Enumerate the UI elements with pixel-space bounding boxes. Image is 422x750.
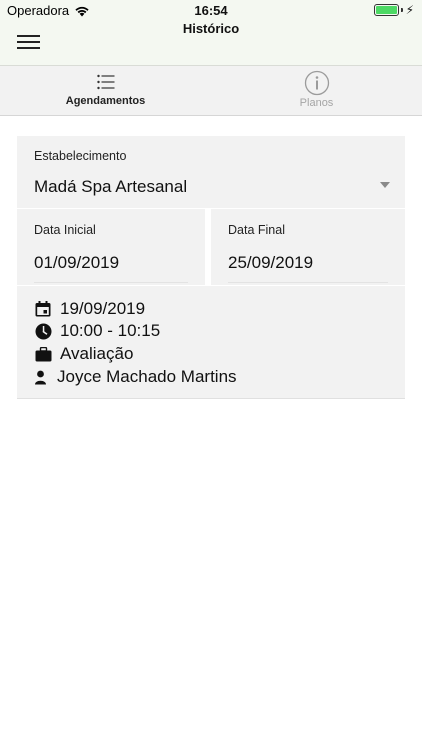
appointment-date-row: 19/09/2019 xyxy=(33,299,145,319)
start-date-label: Data Inicial xyxy=(34,223,96,237)
page-title: Histórico xyxy=(182,21,240,36)
tab-label: Agendamentos xyxy=(65,95,146,107)
start-date-field[interactable]: Data Inicial 01/09/2019 xyxy=(17,209,205,285)
appointment-time: 10:00 - 10:15 xyxy=(60,321,161,340)
establishment-select[interactable]: Estabelecimento Madá Spa Artesanal xyxy=(17,136,405,208)
battery-fill xyxy=(375,6,397,14)
calendar-icon xyxy=(33,300,53,318)
appointment-card[interactable]: 19/09/2019 10:00 - 10:15 Avaliação Joyce… xyxy=(17,286,405,399)
chevron-down-icon[interactable] xyxy=(380,182,390,188)
info-icon xyxy=(304,70,329,96)
tab-bar: Agendamentos Planos xyxy=(0,66,422,116)
app-header: Operadora 16:54 ⚡ Histórico xyxy=(0,0,422,66)
start-date-value: 01/09/2019 xyxy=(34,253,120,272)
briefcase-icon xyxy=(33,345,53,363)
field-underline xyxy=(228,282,388,283)
charging-bolt-icon: ⚡ xyxy=(405,3,414,17)
tab-planos[interactable]: Planos xyxy=(211,66,422,115)
establishment-value: Madá Spa Artesanal xyxy=(34,177,188,196)
battery-icon xyxy=(373,4,399,16)
appointment-service-row: Avaliação xyxy=(33,344,133,364)
appointment-professional: Joyce Machado Martins xyxy=(57,367,237,386)
end-date-label: Data Final xyxy=(228,223,285,237)
establishment-label: Estabelecimento xyxy=(34,149,127,163)
end-date-field[interactable]: Data Final 25/09/2019 xyxy=(211,209,405,285)
person-icon xyxy=(33,368,47,386)
appointment-time-row: 10:00 - 10:15 xyxy=(33,321,160,341)
battery-tip xyxy=(400,8,403,12)
field-underline xyxy=(34,282,188,283)
tab-label: Planos xyxy=(299,97,334,109)
appointment-professional-row: Joyce Machado Martins xyxy=(33,367,237,387)
hamburger-menu-icon[interactable] xyxy=(17,35,41,51)
status-time: 16:54 xyxy=(194,3,228,18)
appointment-date: 19/09/2019 xyxy=(60,299,146,318)
tab-agendamentos[interactable]: Agendamentos xyxy=(0,66,211,115)
battery-indicator: ⚡ xyxy=(373,3,414,17)
list-icon xyxy=(96,74,114,90)
appointment-service: Avaliação xyxy=(60,344,134,363)
clock-icon xyxy=(33,322,53,340)
end-date-value: 25/09/2019 xyxy=(228,253,314,272)
